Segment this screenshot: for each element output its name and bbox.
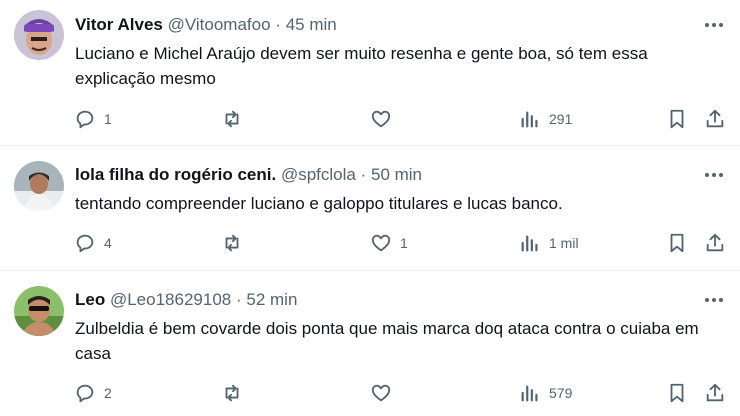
tweet-header: Leo @Leo18629108 · 52 min [75, 289, 297, 311]
share-button[interactable] [704, 228, 726, 258]
more-horizontal-icon[interactable] [702, 288, 726, 312]
views-button[interactable]: 291 [519, 104, 572, 134]
separator-dot: · [360, 165, 367, 184]
share-icon [706, 233, 724, 252]
tweet-header: Vitor Alves @Vitoomafoo · 45 min [75, 14, 337, 36]
tweet-text: Luciano e Michel Araújo devem ser muito … [75, 44, 648, 88]
retweet-button[interactable] [221, 104, 251, 134]
tweet-text: tentando compreender luciano e galoppo t… [75, 194, 563, 213]
reply-button[interactable]: 2 [74, 378, 112, 408]
views-icon [521, 235, 538, 252]
reply-count: 4 [104, 235, 112, 251]
bookmark-icon [670, 109, 684, 129]
reply-icon [76, 110, 94, 129]
views-button[interactable]: 579 [519, 378, 572, 408]
reply-icon [76, 234, 94, 253]
timestamp[interactable]: 45 min [286, 15, 337, 34]
avatar[interactable] [14, 161, 64, 211]
action-bar: 1 291 [0, 104, 740, 134]
like-icon [371, 384, 391, 402]
bookmark-button[interactable] [666, 378, 688, 408]
reply-button[interactable]: 4 [74, 228, 112, 258]
display-name[interactable]: Vitor Alves [75, 15, 163, 34]
more-horizontal-icon[interactable] [702, 163, 726, 187]
bookmark-button[interactable] [666, 228, 688, 258]
like-count: 1 [400, 235, 408, 251]
tweet-3[interactable]: Leo @Leo18629108 · 52 min Zulbeldia é be… [0, 271, 740, 416]
views-count: 579 [549, 385, 573, 401]
share-icon [706, 383, 724, 402]
views-icon [521, 111, 538, 128]
tweet-2[interactable]: lola filha do rogério ceni. @spfclola · … [0, 146, 740, 270]
reply-icon [76, 384, 94, 403]
display-name[interactable]: lola filha do rogério ceni. [75, 165, 276, 184]
user-handle[interactable]: @Vitoomafoo [168, 15, 271, 34]
views-button[interactable]: 1 mil [519, 228, 579, 258]
reply-count: 1 [104, 111, 112, 127]
retweet-icon [225, 384, 239, 402]
like-icon [371, 110, 391, 128]
avatar[interactable] [14, 10, 64, 60]
share-button[interactable] [704, 378, 726, 408]
retweet-button[interactable] [221, 228, 251, 258]
avatar[interactable] [14, 286, 64, 336]
separator-dot: · [275, 15, 281, 34]
like-button[interactable]: 1 [370, 228, 408, 258]
user-handle[interactable]: @spfclola [281, 165, 356, 184]
like-button[interactable] [370, 104, 400, 134]
tweet-1[interactable]: Vitor Alves @Vitoomafoo · 45 min Luciano… [0, 0, 740, 145]
like-icon [371, 234, 391, 252]
timestamp[interactable]: 50 min [371, 165, 422, 184]
action-bar: 2 579 [0, 378, 740, 408]
display-name[interactable]: Leo [75, 290, 105, 309]
timestamp[interactable]: 52 min [246, 290, 297, 309]
tweet-text: Zulbeldia é bem covarde dois ponta que m… [75, 319, 699, 363]
retweet-icon [225, 234, 239, 252]
bookmark-icon [670, 383, 684, 403]
bookmark-button[interactable] [666, 104, 688, 134]
user-handle[interactable]: @Leo18629108 [110, 290, 231, 309]
action-bar: 4 1 1 mil [0, 228, 740, 258]
views-icon [521, 385, 538, 402]
bookmark-icon [670, 233, 684, 253]
separator-dot: · [235, 290, 242, 309]
share-button[interactable] [704, 104, 726, 134]
share-icon [706, 109, 724, 128]
reply-button[interactable]: 1 [74, 104, 112, 134]
retweet-icon [225, 110, 239, 128]
like-button[interactable] [370, 378, 400, 408]
tweet-header: lola filha do rogério ceni. @spfclola · … [75, 164, 422, 186]
views-count: 1 mil [549, 235, 579, 251]
more-horizontal-icon[interactable] [702, 13, 726, 37]
reply-count: 2 [104, 385, 112, 401]
views-count: 291 [549, 111, 573, 127]
retweet-button[interactable] [221, 378, 251, 408]
